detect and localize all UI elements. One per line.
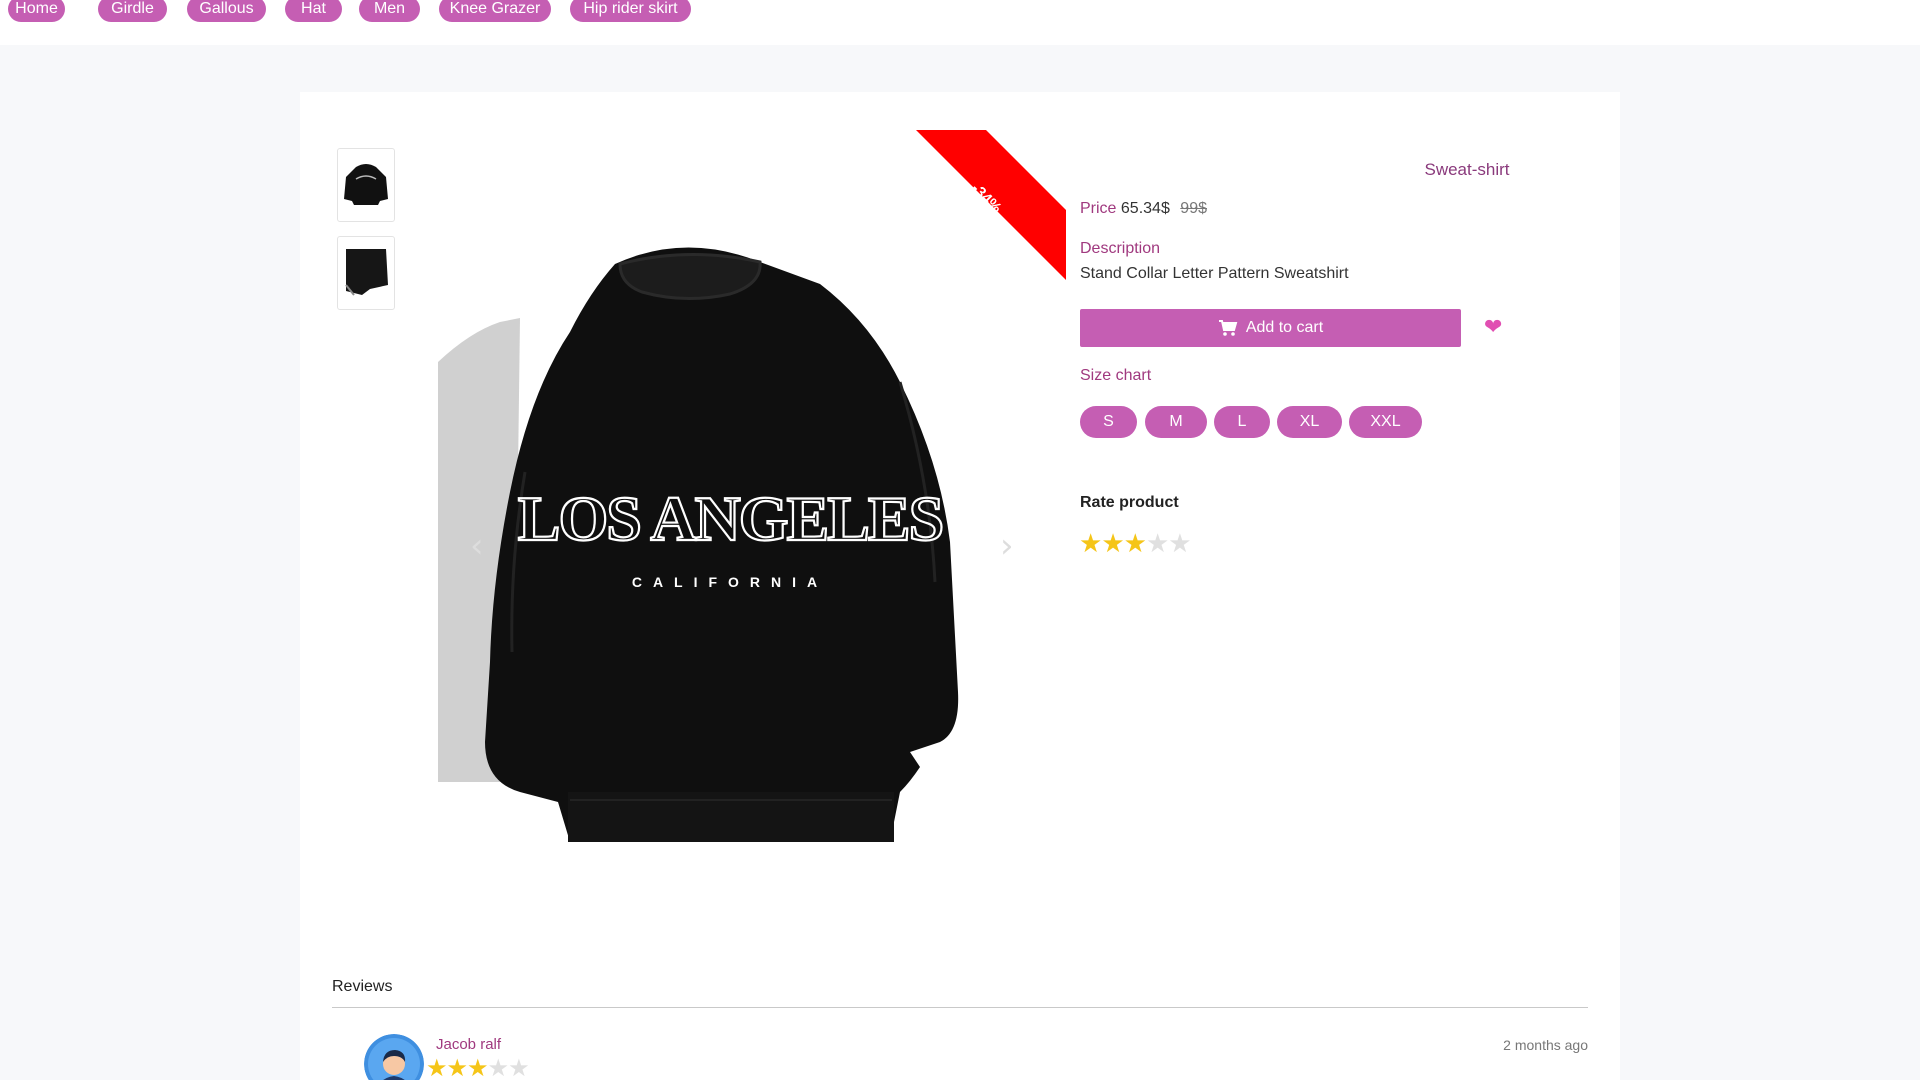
size-xl-button[interactable]: XL (1277, 406, 1342, 438)
nav-item-home[interactable]: Home (8, 0, 65, 22)
add-to-cart-label: Add to cart (1245, 319, 1324, 336)
sweatshirt-image: LOS ANGELES CALIFORNIA (438, 247, 959, 842)
avatar (364, 1034, 424, 1080)
rate-product-label: Rate product (1080, 494, 1179, 511)
star-empty-icon: ★ (508, 1055, 529, 1080)
reviews-divider (332, 1007, 1588, 1008)
review-rating-stars: ★★★★★ (426, 1054, 530, 1080)
sweatshirt-thumbnail-image-2 (345, 249, 388, 296)
nav-item-girdle[interactable]: Girdle (98, 0, 167, 22)
description-label: Description (1080, 240, 1161, 257)
star-filled-icon[interactable]: ★ (1101, 528, 1124, 558)
size-chart-label: Size chart (1080, 367, 1152, 384)
rate-product-stars[interactable]: ★★★★★ (1079, 528, 1192, 559)
star-empty-icon[interactable]: ★ (1168, 528, 1191, 558)
product-image: LOS ANGELES CALIFORNIA (430, 222, 1040, 922)
size-xxl-button[interactable]: XXL (1349, 406, 1422, 438)
size-s-button[interactable]: S (1080, 406, 1137, 438)
nav-item-gallous[interactable]: Gallous (187, 0, 266, 22)
price-row: Price 65.34$ 99$ (1080, 200, 1207, 218)
reviewer-name: Jacob ralf (436, 1036, 502, 1053)
star-filled-icon: ★ (467, 1055, 488, 1080)
cart-icon (1218, 320, 1238, 336)
graphic-text-los-angeles: LOS ANGELES (518, 483, 942, 554)
next-arrow-icon[interactable]: › (1000, 529, 1014, 563)
price-label: Price (1080, 200, 1117, 217)
nav-item-men[interactable]: Men (359, 0, 420, 22)
nav-item-knee-grazer[interactable]: Knee Grazer (439, 0, 551, 22)
star-filled-icon: ★ (446, 1055, 468, 1080)
price-value: 65.34$ (1120, 200, 1170, 217)
discount-ribbon: -34% (916, 130, 1066, 280)
star-filled-icon[interactable]: ★ (1079, 528, 1102, 558)
old-price: 99$ (1180, 200, 1207, 217)
product-title: Sweat-shirt (1424, 160, 1510, 179)
nav-item-hip-rider-skirt[interactable]: Hip rider skirt (570, 0, 691, 22)
star-filled-icon: ★ (426, 1055, 447, 1080)
star-filled-icon[interactable]: ★ (1124, 528, 1147, 558)
size-l-button[interactable]: L (1214, 406, 1270, 438)
size-m-button[interactable]: M (1145, 406, 1207, 438)
star-empty-icon[interactable]: ★ (1146, 528, 1169, 558)
wishlist-heart-icon[interactable]: ❤ (1484, 314, 1502, 340)
description-text: Stand Collar Letter Pattern Sweatshirt (1080, 265, 1349, 282)
graphic-text-california: CALIFORNIA (632, 574, 828, 590)
nav-item-hat[interactable]: Hat (285, 0, 342, 22)
category-nav: Home Girdle Gallous Hat Men Knee Grazer … (0, 0, 1920, 45)
user-avatar-icon (364, 1034, 424, 1080)
sweatshirt-thumbnail-image (344, 164, 388, 205)
prev-arrow-icon[interactable]: ‹ (470, 529, 484, 563)
review-timestamp: 2 months ago (1503, 1037, 1588, 1053)
product-card: LOS ANGELES CALIFORNIA ‹ › -34% Sweat-sh… (300, 92, 1620, 1080)
star-empty-icon: ★ (487, 1055, 509, 1080)
thumbnail-front[interactable] (337, 148, 395, 222)
reviews-title: Reviews (332, 978, 393, 995)
thumbnail-back[interactable] (337, 236, 395, 310)
add-to-cart-button[interactable]: Add to cart (1080, 309, 1461, 347)
